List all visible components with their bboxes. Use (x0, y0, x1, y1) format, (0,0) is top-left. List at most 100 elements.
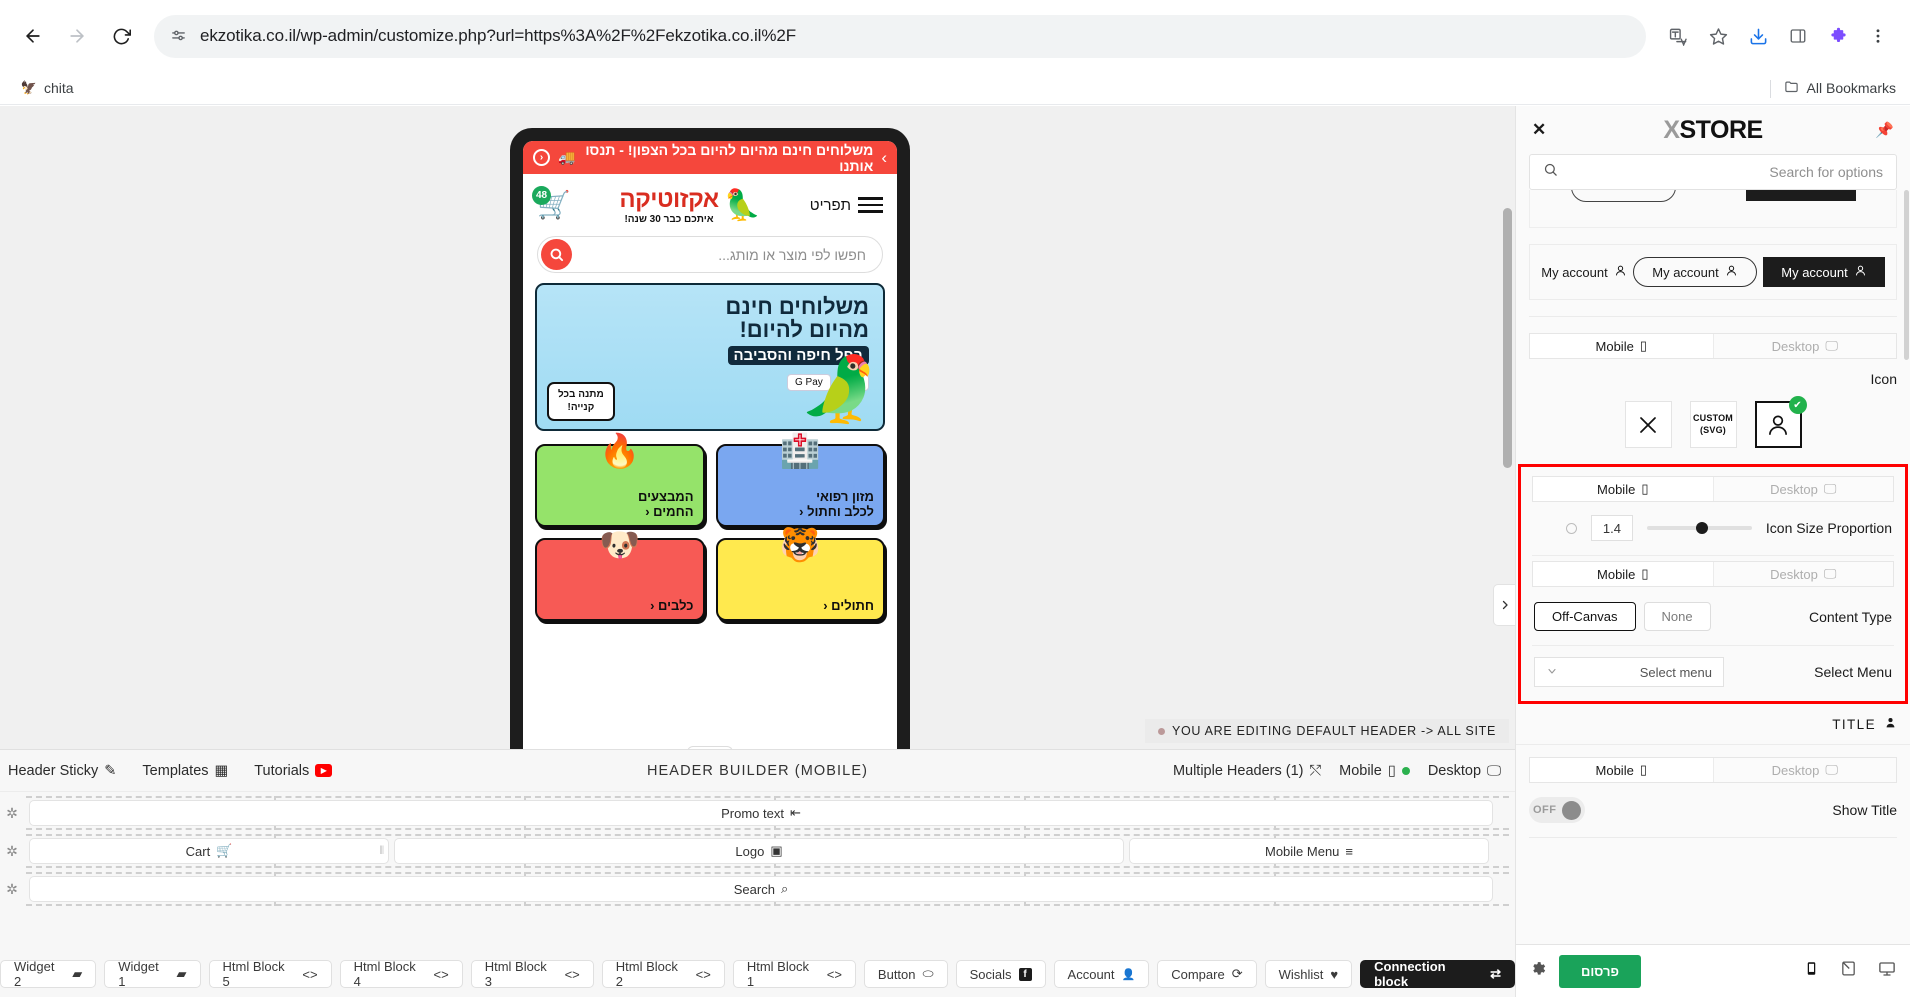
preview-logo[interactable]: 🦜 אקזוטיקה איתכם כבר 30 שנה! (619, 186, 761, 225)
prev-circle-icon[interactable]: ‹ (533, 149, 550, 166)
extensions-icon[interactable] (1820, 18, 1856, 54)
builder-mobile-toggle[interactable]: Mobile ▯ (1339, 763, 1410, 779)
palette-item-html-block-4[interactable]: Html Block 4 <> (339, 959, 463, 989)
palette-item-html-block-3[interactable]: Html Block 3 <> (470, 959, 594, 989)
templates-button[interactable]: Templates ▦ (142, 763, 228, 779)
category-card[interactable]: 🏥 מזון רפואי לכלב וחתול ‹ (715, 432, 885, 527)
icon-size-slider[interactable] (1646, 522, 1752, 534)
category-emoji: 🐶 (599, 526, 641, 563)
all-bookmarks-button[interactable]: All Bookmarks (1769, 79, 1896, 98)
multiple-headers-button[interactable]: Multiple Headers (1) ⤲ (1173, 763, 1321, 779)
account-style-plain[interactable]: My account (1541, 264, 1626, 280)
forward-arrow-icon[interactable] (58, 17, 96, 55)
palette-item-widget-1[interactable]: Widget 1 ▰ (104, 959, 201, 989)
builder-item-search[interactable]: Search ⌕ (29, 876, 1493, 902)
pin-icon[interactable]: 📌 (1875, 121, 1894, 139)
category-card[interactable]: 🐯 חתולים ‹ (715, 526, 885, 621)
desktop-icon[interactable] (1878, 960, 1896, 982)
reset-icon[interactable] (1565, 522, 1577, 534)
builder-item-cart[interactable]: Cart 🛒 ⫴ (29, 838, 389, 864)
tutorials-button[interactable]: Tutorials ▶ (254, 763, 333, 779)
select-menu-dropdown[interactable]: Select menu (1534, 657, 1724, 687)
preview-hero-banner[interactable]: משלוחים חינם מהיום להיום! בפל חיפה והסבי… (535, 283, 885, 431)
translate-icon[interactable] (1660, 18, 1696, 54)
device-toggle-mobile[interactable]: Mobile ▯ (1530, 758, 1713, 782)
style-preview-solid[interactable] (1745, 190, 1856, 201)
palette-item-html-block-2[interactable]: Html Block 2 <> (601, 959, 725, 989)
palette-item-compare[interactable]: Compare ⟳ (1157, 960, 1257, 988)
device-toggle-desktop[interactable]: Desktop 🖵 (1712, 477, 1893, 501)
bookmark-star-icon[interactable] (1700, 18, 1736, 54)
slider-handle[interactable] (1696, 522, 1709, 534)
show-title-switch[interactable]: OFF (1529, 797, 1585, 823)
logo-x-mark: X (1663, 115, 1680, 144)
content-type-none[interactable]: None (1643, 602, 1711, 631)
mobile-icon[interactable] (1804, 960, 1819, 982)
reload-icon[interactable] (102, 17, 140, 55)
device-toggle-mobile[interactable]: Mobile ▯ (1533, 562, 1713, 586)
palette-item-button[interactable]: Button ⬭ (863, 960, 948, 988)
tablet-icon[interactable] (1840, 960, 1857, 982)
preview-cart-button[interactable]: 🛒 48 (532, 186, 571, 221)
palette-item-html-block-5[interactable]: Html Block 5 <> (208, 959, 332, 989)
panel-scrollbar[interactable] (1904, 190, 1909, 360)
downloads-icon[interactable] (1740, 18, 1776, 54)
device-mobile-label: Mobile (1597, 566, 1636, 582)
options-search-input[interactable]: Search for options (1529, 154, 1897, 190)
preview-search-input[interactable]: חפשו לפי מוצר או מותג... (537, 236, 883, 273)
site-settings-icon[interactable] (170, 28, 187, 45)
palette-item-account[interactable]: Account 👤 (1053, 960, 1150, 988)
panel-collapse-handle[interactable] (1493, 584, 1515, 626)
search-icon[interactable] (541, 239, 572, 270)
palette-item-socials[interactable]: Socials f (955, 960, 1046, 988)
header-sticky-button[interactable]: Header Sticky ✎ (8, 763, 116, 779)
device-toggle-desktop[interactable]: Desktop 🖵 (1712, 758, 1896, 782)
builder-item-promo-text[interactable]: Promo text ⇤ (29, 800, 1493, 826)
mobile-icon: ▯ (1387, 762, 1396, 779)
gear-icon[interactable] (1530, 960, 1547, 982)
style-preview-outline[interactable] (1570, 190, 1676, 202)
account-style-solid[interactable]: My account (1763, 257, 1885, 287)
category-card[interactable]: 🐶 כלבים ‹ (535, 526, 705, 621)
icon-size-value-input[interactable]: 1.4 (1590, 515, 1633, 541)
drag-grip-icon[interactable]: ⫴ (379, 845, 384, 858)
device-toggle-mobile[interactable]: Mobile ▯ (1533, 477, 1713, 501)
preview-promo-bar[interactable]: › משלוחים חינם מהיום להיום בכל הצפון! - … (523, 141, 897, 174)
account-style-outline[interactable]: My account (1633, 257, 1757, 287)
builder-row-track[interactable]: Promo text ⇤ (26, 796, 1509, 830)
device-toggle-desktop[interactable]: Desktop 🖵 (1712, 562, 1893, 586)
builder-row-track[interactable]: Search ⌕ (26, 872, 1509, 906)
content-type-off-canvas[interactable]: Off-Canvas (1534, 602, 1636, 631)
publish-button[interactable]: פרסום (1559, 954, 1641, 988)
palette-item-connection-block[interactable]: Connection block ⇄ (1360, 959, 1515, 989)
device-toggle-desktop[interactable]: Desktop 🖵 (1712, 334, 1896, 358)
builder-item-logo[interactable]: Logo ▣ (394, 838, 1124, 864)
builder-item-mobile-menu[interactable]: Mobile Menu ≡ (1129, 838, 1489, 864)
gear-icon[interactable]: ✲ (2, 881, 22, 898)
category-card[interactable]: 🔥 המבצעים החמים ‹ (535, 432, 705, 527)
icon-choice-custom-svg[interactable]: CUSTOM (SVG) (1689, 401, 1737, 448)
back-arrow-icon[interactable] (14, 17, 52, 55)
bookmark-chita[interactable]: 🦅 chita (14, 77, 81, 99)
palette-label: Html Block 2 (615, 959, 678, 989)
builder-row-track[interactable]: Cart 🛒 ⫴ Logo ▣ Mobile Menu ≡ (26, 834, 1509, 868)
preview-scrollbar[interactable] (1503, 208, 1512, 468)
kebab-menu-icon[interactable] (1860, 18, 1896, 54)
icon-choice-none[interactable] (1624, 401, 1672, 448)
icon-choice-person[interactable]: ✔ (1754, 396, 1807, 448)
palette-item-html-block-1[interactable]: Html Block 1 <> (732, 959, 856, 989)
preview-mobile-menu-button[interactable]: תפריט (810, 197, 883, 214)
palette-item-wishlist[interactable]: Wishlist ♥ (1264, 960, 1353, 988)
compare-icon: ⟳ (1231, 966, 1243, 981)
builder-desktop-toggle[interactable]: Desktop 🖵 (1428, 763, 1501, 779)
side-panel-icon[interactable] (1780, 18, 1816, 54)
gear-icon[interactable]: ✲ (2, 805, 22, 822)
address-bar[interactable]: ekzotika.co.il/wp-admin/customize.php?ur… (154, 14, 1646, 58)
panel-scroll-body[interactable]: My account My account My account Mobile … (1516, 190, 1910, 944)
palette-item-widget-2[interactable]: Widget 2 ▰ (0, 959, 97, 989)
code-icon: <> (433, 966, 449, 982)
gear-icon[interactable]: ✲ (2, 843, 22, 860)
close-icon[interactable]: ✕ (1532, 120, 1546, 140)
promo-next-icon[interactable]: › (881, 148, 887, 168)
device-toggle-mobile[interactable]: Mobile ▯ (1530, 334, 1713, 358)
